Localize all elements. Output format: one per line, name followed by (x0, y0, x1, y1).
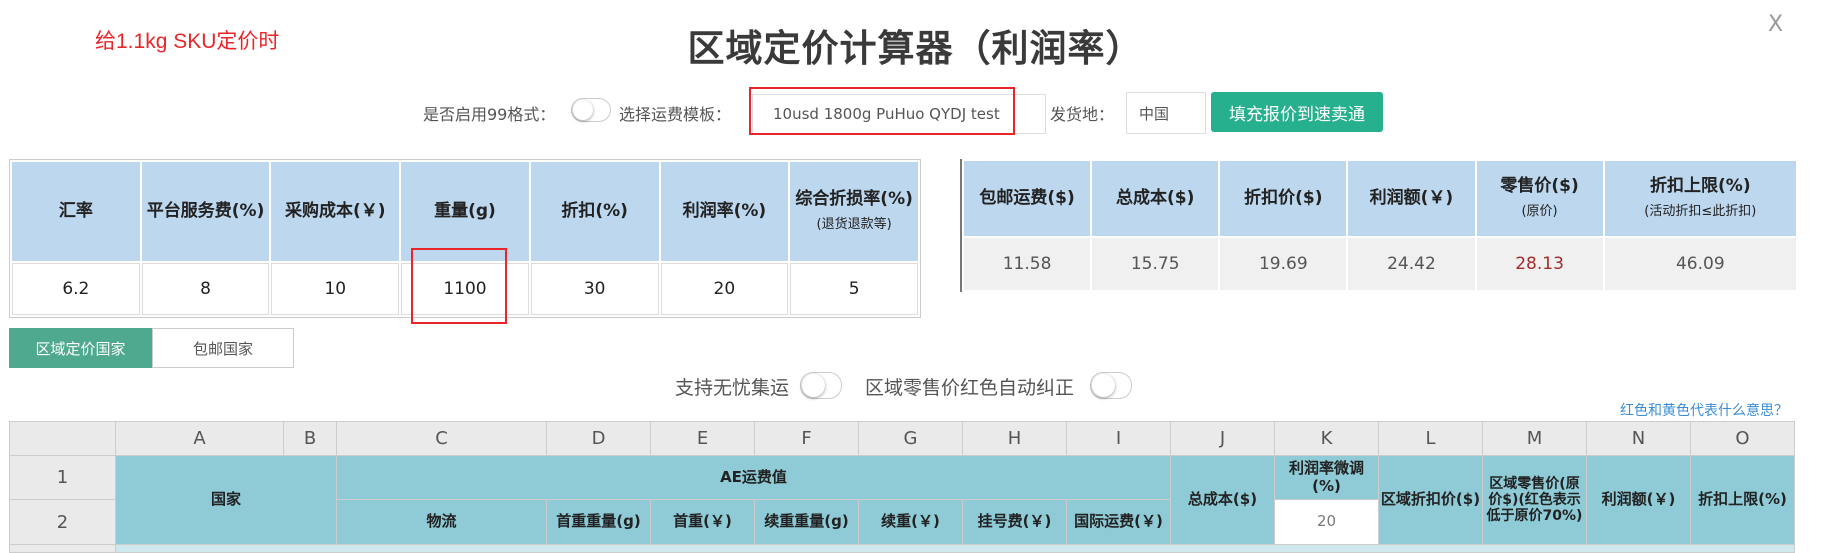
header-shipping-fee: 包邮运费($) (964, 161, 1091, 236)
input-header-row: 汇率 平台服务费(%) 采购成本(￥) 重量(g) 折扣(%) 利润率(%) 综… (12, 162, 918, 261)
highlight-box-weight (411, 248, 507, 324)
ship-from-label: 发货地： (1050, 105, 1115, 124)
sheet-country-header[interactable]: 国家 (116, 456, 337, 545)
exchange-rate-input[interactable]: 6.2 (12, 263, 140, 315)
col-header-d[interactable]: D (547, 422, 651, 456)
spreadsheet[interactable]: A B C D E F G H I J K L M N O 1 2 国家 AE运… (9, 421, 1795, 553)
tab-free-shipping[interactable]: 包邮国家 (152, 328, 294, 368)
col-header-c[interactable]: C (337, 422, 547, 456)
purchase-cost-input[interactable]: 10 (271, 263, 400, 315)
sheet-ae-freight-header[interactable]: AE运费值 (337, 456, 1171, 500)
header-weight: 重量(g) (401, 162, 529, 261)
header-purchase-cost: 采购成本(￥) (271, 162, 400, 261)
header-discount-cap: 折扣上限(%) (活动折扣≤此折扣) (1604, 161, 1796, 236)
sheet-profit-header[interactable]: 利润额(￥) (1587, 456, 1691, 545)
col-header-k[interactable]: K (1275, 422, 1379, 456)
loss-rate-input[interactable]: 5 (790, 263, 918, 315)
close-icon[interactable]: X (1768, 12, 1783, 37)
col-header-f[interactable]: F (755, 422, 859, 456)
col-header-h[interactable]: H (963, 422, 1067, 456)
service-fee-input[interactable]: 8 (141, 263, 270, 315)
col-header-o[interactable]: O (1691, 422, 1794, 456)
row-header-2[interactable]: 2 (10, 500, 116, 545)
result-value-row: 11.58 15.75 19.69 24.42 28.13 46.09 (964, 238, 1796, 290)
col-header-g[interactable]: G (859, 422, 963, 456)
col-header-m[interactable]: M (1483, 422, 1587, 456)
sheet-logistics-header[interactable]: 物流 (337, 500, 547, 545)
sheet-margin-adjust-input[interactable]: 20 (1275, 500, 1379, 545)
result-header-row: 包邮运费($) 总成本($) 折扣价($) 利润额(￥) 零售价($) (原价) … (964, 161, 1796, 236)
sheet-region-discount-header[interactable]: 区域折扣价($) (1379, 456, 1483, 545)
ship-from-field[interactable]: 中国 (1126, 92, 1206, 134)
sheet-corner[interactable] (10, 422, 116, 456)
worry-free-toggle[interactable] (800, 372, 842, 399)
header-loss-rate: 综合折损率(%) (退货退款等) (790, 162, 918, 261)
header-exchange-rate: 汇率 (12, 162, 140, 261)
result-table: 包邮运费($) 总成本($) 折扣价($) 利润额(￥) 零售价($) (原价) … (960, 159, 1798, 292)
format99-toggle[interactable] (571, 98, 611, 122)
tab-region-pricing[interactable]: 区域定价国家 (9, 328, 152, 368)
col-header-e[interactable]: E (651, 422, 755, 456)
sheet-data-row[interactable] (116, 545, 1794, 552)
worry-free-label: 支持无忧集运 (675, 377, 790, 399)
sheet-region-retail-header[interactable]: 区域零售价(原价$)(红色表示低于原价70%) (1483, 456, 1587, 545)
sheet-margin-adjust-header[interactable]: 利润率微调(%) (1275, 456, 1379, 500)
sheet-reg-fee-header[interactable]: 挂号费(￥) (963, 500, 1067, 545)
discount-cap-value: 46.09 (1604, 238, 1796, 290)
row-header-3[interactable] (10, 545, 116, 552)
shipping-fee-value: 11.58 (964, 238, 1091, 290)
toggle-knob (1092, 374, 1115, 397)
sheet-first-weight-header[interactable]: 首重重量(g) (547, 500, 651, 545)
sheet-total-cost-header[interactable]: 总成本($) (1171, 456, 1275, 545)
toggle-knob (573, 100, 593, 120)
retail-price-value: 28.13 (1476, 238, 1603, 290)
header-margin: 利润率(%) (660, 162, 789, 261)
header-service-fee: 平台服务费(%) (141, 162, 270, 261)
auto-correct-label: 区域零售价红色自动纠正 (865, 377, 1075, 399)
header-discount: 折扣(%) (530, 162, 659, 261)
discount-price-value: 19.69 (1220, 238, 1347, 290)
col-header-i[interactable]: I (1067, 422, 1171, 456)
header-profit: 利润额(￥) (1348, 161, 1475, 236)
col-header-b[interactable]: B (284, 422, 337, 456)
format99-label: 是否启用99格式： (423, 105, 556, 124)
sheet-discount-cap-header[interactable]: 折扣上限(%) (1691, 456, 1794, 545)
sheet-cont-cost-header[interactable]: 续重(￥) (859, 500, 963, 545)
header-retail-price: 零售价($) (原价) (1476, 161, 1603, 236)
highlight-box-template (749, 87, 1015, 135)
col-header-j[interactable]: J (1171, 422, 1275, 456)
discount-input[interactable]: 30 (530, 263, 659, 315)
color-help-link[interactable]: 红色和黄色代表什么意思？ (1620, 400, 1788, 420)
profit-value: 24.42 (1348, 238, 1475, 290)
col-header-a[interactable]: A (116, 422, 284, 456)
fill-price-button[interactable]: 填充报价到速卖通 (1211, 92, 1383, 132)
header-total-cost: 总成本($) (1092, 161, 1219, 236)
toggle-knob (802, 374, 825, 397)
col-header-n[interactable]: N (1587, 422, 1691, 456)
col-header-l[interactable]: L (1379, 422, 1483, 456)
row-header-1[interactable]: 1 (10, 456, 116, 500)
margin-input[interactable]: 20 (660, 263, 789, 315)
auto-correct-toggle[interactable] (1090, 372, 1132, 399)
sheet-first-cost-header[interactable]: 首重(￥) (651, 500, 755, 545)
template-label: 选择运费模板： (619, 105, 732, 124)
sheet-intl-freight-header[interactable]: 国际运费(￥) (1067, 500, 1171, 545)
header-discount-price: 折扣价($) (1220, 161, 1347, 236)
ship-from-value: 中国 (1139, 104, 1170, 123)
total-cost-value: 15.75 (1092, 238, 1219, 290)
sheet-cont-weight-header[interactable]: 续重重量(g) (755, 500, 859, 545)
page-title: 区域定价计算器（利润率） (687, 27, 1144, 70)
